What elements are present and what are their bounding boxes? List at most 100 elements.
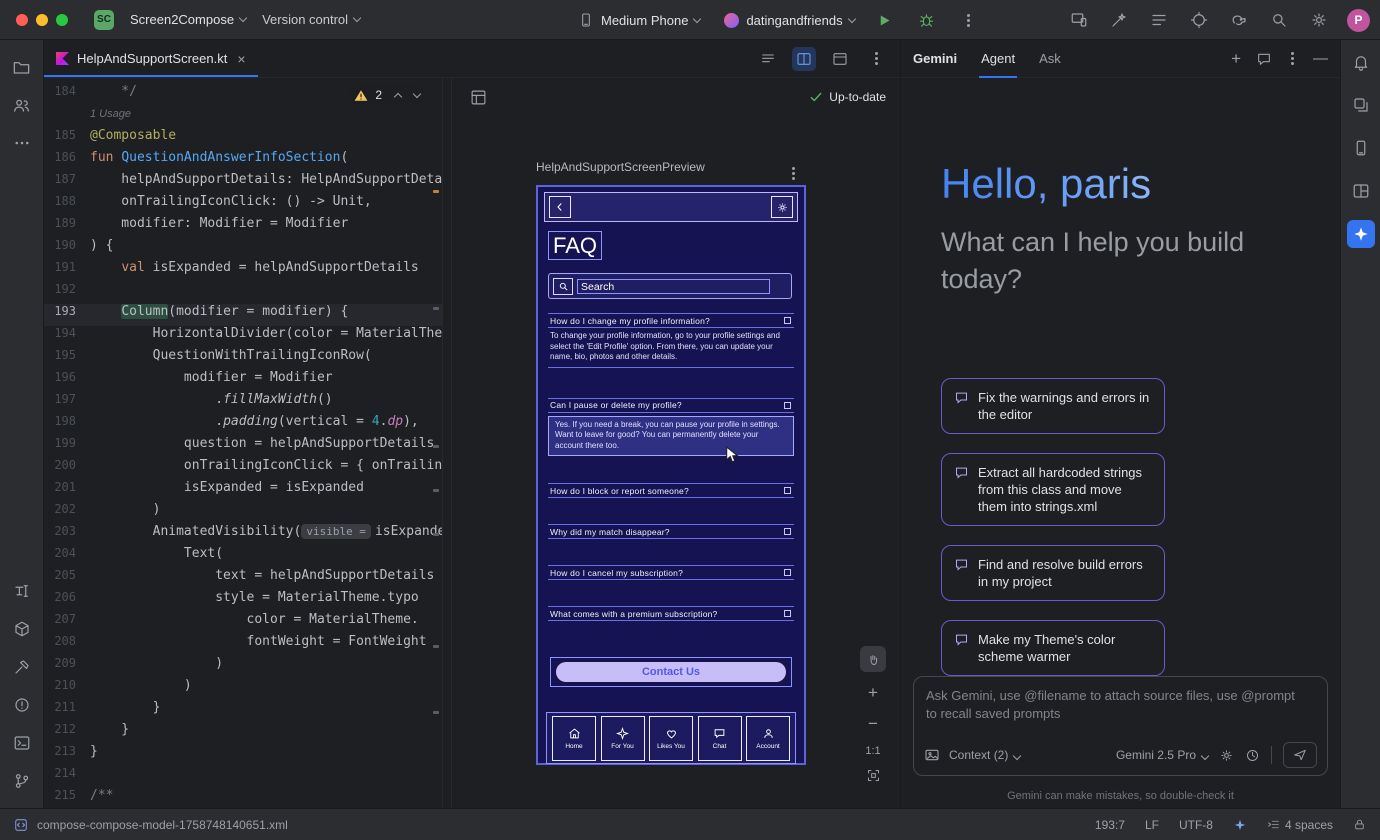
- profiler-button[interactable]: [1187, 8, 1211, 32]
- send-button[interactable]: [1283, 742, 1317, 768]
- zoom-in-button[interactable]: +: [868, 683, 878, 703]
- notifications-button[interactable]: [1347, 48, 1375, 76]
- code-line[interactable]: 211 }: [44, 700, 442, 722]
- code-line[interactable]: 214: [44, 766, 442, 788]
- design-view-toggle[interactable]: [828, 47, 852, 71]
- code-line[interactable]: 202 ): [44, 502, 442, 524]
- line-separator[interactable]: LF: [1145, 818, 1159, 832]
- user-avatar[interactable]: P: [1347, 9, 1370, 32]
- preview-layout-toggle[interactable]: [466, 85, 490, 109]
- vcs-menu[interactable]: Version control: [262, 12, 360, 27]
- suggestion-card[interactable]: Fix the warnings and errors in the edito…: [941, 378, 1165, 434]
- close-window-button[interactable]: [16, 14, 28, 26]
- collab-tool-button[interactable]: [8, 91, 36, 119]
- code-line[interactable]: 188 onTrailingIconClick: () -> Unit,: [44, 194, 442, 216]
- caret-position[interactable]: 193:7: [1095, 818, 1125, 832]
- maximize-window-button[interactable]: [56, 14, 68, 26]
- problems-tool-button[interactable]: [8, 691, 36, 719]
- settings-button[interactable]: [1307, 8, 1331, 32]
- suggestion-card[interactable]: Extract all hardcoded strings from this …: [941, 453, 1165, 526]
- code-line[interactable]: 207 color = MaterialTheme.: [44, 612, 442, 634]
- next-issue-button[interactable]: [413, 90, 421, 98]
- suggestion-card[interactable]: Find and resolve build errors in my proj…: [941, 545, 1165, 601]
- run-more-menu[interactable]: [957, 8, 981, 32]
- layout-inspector-button[interactable]: [1347, 177, 1375, 205]
- previous-issue-button[interactable]: [394, 92, 402, 100]
- code-line[interactable]: 210 ): [44, 678, 442, 700]
- file-encoding[interactable]: UTF-8: [1179, 818, 1213, 832]
- zoom-level[interactable]: 1:1: [865, 745, 880, 757]
- fit-to-screen-button[interactable]: [866, 768, 881, 783]
- code-line[interactable]: 209 ): [44, 656, 442, 678]
- zoom-out-button[interactable]: −: [868, 714, 878, 734]
- debug-button[interactable]: [915, 8, 939, 32]
- code-line[interactable]: 206 style = MaterialTheme.typo: [44, 590, 442, 612]
- code-line[interactable]: 197 .fillMaxWidth(): [44, 392, 442, 414]
- code-line[interactable]: 193 Column(modifier = modifier) {: [44, 304, 442, 326]
- code-line[interactable]: 194 HorizontalDivider(color = MaterialTh…: [44, 326, 442, 348]
- code-line[interactable]: 205 text = helpAndSupportDetails: [44, 568, 442, 590]
- package-tool-button[interactable]: [8, 615, 36, 643]
- code-line[interactable]: 189 modifier: Modifier = Modifier: [44, 216, 442, 238]
- code-line[interactable]: 204 Text(: [44, 546, 442, 568]
- gemini-tool-button[interactable]: [1347, 220, 1375, 248]
- build-tool-button[interactable]: [8, 653, 36, 681]
- split-view-toggle[interactable]: [792, 47, 816, 71]
- search-everywhere-button[interactable]: [1267, 8, 1291, 32]
- gradle-sync-button[interactable]: [1227, 8, 1251, 32]
- code-line[interactable]: 201 isExpanded = isExpanded: [44, 480, 442, 502]
- code-view-toggle[interactable]: [756, 47, 780, 71]
- tab-helpandsupportscreen[interactable]: HelpAndSupportScreen.kt ×: [44, 40, 258, 77]
- device-mirroring-button[interactable]: [1067, 8, 1091, 32]
- code-line[interactable]: 191 val isExpanded = helpAndSupportDetai…: [44, 260, 442, 282]
- tab-options-menu[interactable]: [864, 47, 888, 71]
- resource-manager-button[interactable]: [1347, 91, 1375, 119]
- new-chat-button[interactable]: +: [1231, 49, 1241, 69]
- project-menu[interactable]: Screen2Compose: [130, 12, 246, 27]
- minimize-window-button[interactable]: [36, 14, 48, 26]
- attach-image-icon[interactable]: [924, 747, 940, 763]
- code-line[interactable]: 186fun QuestionAndAnswerInfoSection(: [44, 150, 442, 172]
- run-button[interactable]: [873, 8, 897, 32]
- code-line[interactable]: 187 helpAndSupportDetails: HelpAndSuppor…: [44, 172, 442, 194]
- project-tool-button[interactable]: [8, 53, 36, 81]
- code-line[interactable]: 185@Composable: [44, 128, 442, 150]
- vcs-tool-button[interactable]: [8, 767, 36, 795]
- gemini-input-box[interactable]: Ask Gemini, use @filename to attach sour…: [913, 676, 1328, 776]
- code-line[interactable]: 1 Usage: [44, 106, 442, 128]
- model-selector[interactable]: Gemini 2.5 Pro: [1116, 748, 1208, 762]
- tab-agent[interactable]: Agent: [981, 40, 1015, 78]
- code-line[interactable]: 200 onTrailingIconClick = { onTrailingIc…: [44, 458, 442, 480]
- ai-actions-button[interactable]: [1107, 8, 1131, 32]
- lock-icon[interactable]: [1353, 818, 1366, 831]
- code-line[interactable]: 203 AnimatedVisibility(visible =isExpand…: [44, 524, 442, 546]
- run-config-selector[interactable]: datingandfriends: [724, 13, 854, 28]
- code-line[interactable]: 192: [44, 282, 442, 304]
- close-tab-button[interactable]: ×: [237, 51, 245, 67]
- more-tools-button[interactable]: [8, 129, 36, 157]
- indent-setting[interactable]: 4 spaces: [1267, 818, 1333, 832]
- code-line[interactable]: 198 .padding(vertical = 4.dp),: [44, 414, 442, 436]
- todo-structure-button[interactable]: [1147, 8, 1171, 32]
- running-devices-button[interactable]: [1347, 134, 1375, 162]
- code-line[interactable]: 190) {: [44, 238, 442, 260]
- gemini-settings-icon[interactable]: [1219, 748, 1234, 763]
- code-line[interactable]: 212 }: [44, 722, 442, 744]
- ai-status-icon[interactable]: [1233, 818, 1247, 832]
- chat-history-icon[interactable]: [1256, 51, 1272, 67]
- code-editor[interactable]: 184 */1 Usage185@Composable186fun Questi…: [44, 78, 442, 808]
- code-line[interactable]: 213}: [44, 744, 442, 766]
- phone-preview[interactable]: FAQ Search How do I change my profile in…: [536, 185, 806, 765]
- code-line[interactable]: 199 question = helpAndSupportDetails: [44, 436, 442, 458]
- hide-panel-button[interactable]: —: [1313, 50, 1328, 67]
- preview-options-menu[interactable]: [788, 162, 799, 180]
- code-line[interactable]: 196 modifier = Modifier: [44, 370, 442, 392]
- code-line[interactable]: 215/**: [44, 788, 442, 808]
- string-resources-tool-button[interactable]: [8, 577, 36, 605]
- device-selector[interactable]: Medium Phone: [578, 12, 700, 28]
- code-line[interactable]: 208 fontWeight = FontWeight: [44, 634, 442, 656]
- history-icon[interactable]: [1245, 748, 1260, 763]
- context-selector[interactable]: Context (2): [949, 748, 1020, 762]
- suggestion-card[interactable]: Make my Theme's color scheme warmer: [941, 620, 1165, 676]
- inspection-widget[interactable]: 2: [350, 86, 424, 104]
